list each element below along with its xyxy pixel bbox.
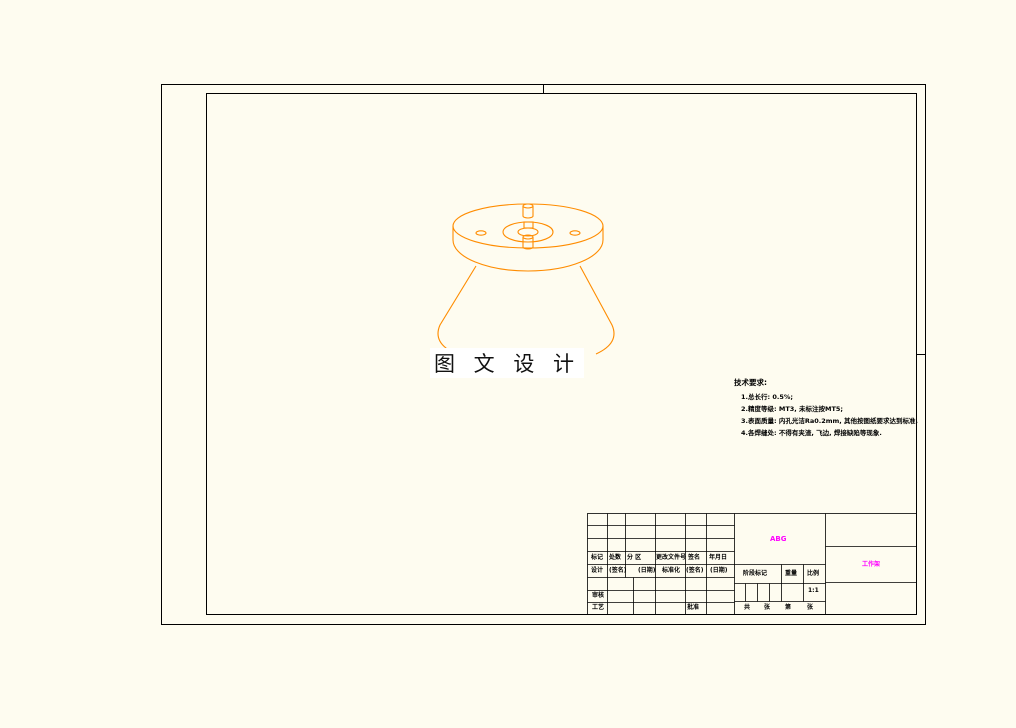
design-date: (日期) [638,567,656,574]
sheet-no-unit: 张 [807,604,814,611]
standard-date: (日期) [710,567,728,574]
sheet-total-unit: 张 [764,604,771,611]
standard-sign: (签名) [686,567,704,574]
watermark: 图 文 设 计 [430,348,584,378]
design-sign: (签名) [609,567,627,574]
bolt-hole-right [569,230,581,236]
review-label: 审核 [592,592,605,599]
part-isometric [437,203,615,355]
bolt-hole-left [475,230,487,236]
process-label: 工艺 [592,604,605,611]
flange-top-face [452,203,604,249]
hdr-sign: 签名 [688,554,701,561]
drawing-name: ABG [770,535,787,543]
tech-note-3: 3.表面质量: 内孔光洁Ra0.2mm, 其他按图纸要求达到标准. [741,417,919,425]
hdr-count: 处数 [609,554,622,561]
scale-value: 1:1 [808,587,819,594]
tech-note-4: 4.各焊缝处: 不得有夹渣, 飞边, 焊接缺陷等现象. [741,429,882,437]
hdr-mark: 标记 [591,554,604,561]
stage-label: 阶段标记 [743,570,768,577]
approve-label: 批准 [687,604,700,611]
weight-label: 重量 [785,570,798,577]
cone-left [437,265,477,355]
key-slot [523,221,534,229]
hdr-zone: 分 区 [627,554,642,561]
tech-note-2: 2.精度等级: MT3, 未标注按MT5; [741,405,844,413]
sheet-no-label: 第 [785,604,792,611]
tech-note-1: 1.总长行: 0.5%; [741,393,793,401]
design-label: 设计 [591,567,604,574]
part-name: 工作架 [862,561,881,568]
scale-label: 比例 [807,570,820,577]
tech-notes-heading: 技术要求: [734,378,767,387]
sheet-total-label: 共 [744,604,751,611]
hdr-change-doc: 更改文件号 [656,554,687,561]
cone-right [579,265,615,355]
standard-label: 标准化 [662,567,681,574]
hdr-date: 年月日 [709,554,728,561]
watermark-text: 图 文 设 计 [433,352,581,376]
